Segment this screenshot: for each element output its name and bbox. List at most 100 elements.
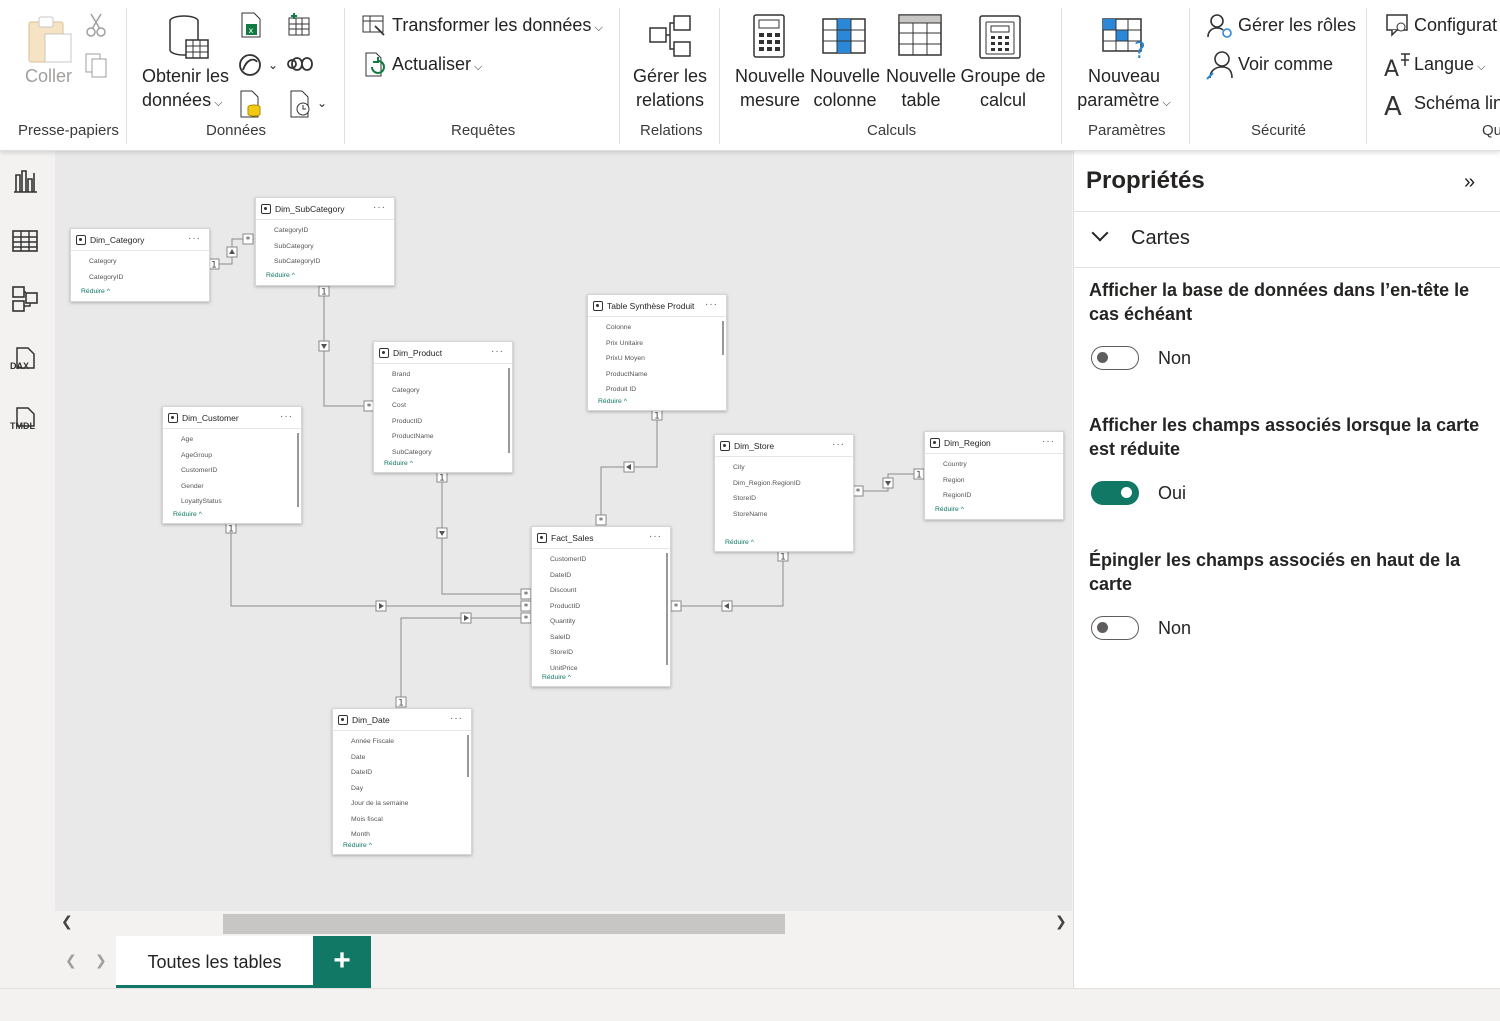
recent-sources-icon[interactable] [286,52,314,76]
manage-relationships-icon[interactable] [648,14,694,60]
tmdl-view-button[interactable]: TMDL [7,407,43,437]
new-table-button[interactable]: Nouvelle table [884,64,958,112]
tab-prev-arrow-icon[interactable]: ❮ [65,952,77,969]
new-column-button[interactable]: Nouvelle colonne [808,64,882,112]
field-scrollbar[interactable] [508,368,510,453]
tab-all-tables[interactable]: Toutes les tables [116,936,313,988]
linguistic-schema-button[interactable]: Schéma lin [1414,91,1500,115]
enter-data-icon[interactable] [238,90,264,118]
collapse-link[interactable]: Réduire ^ [588,395,726,409]
field-item[interactable]: StoreName [715,507,853,523]
field-item[interactable]: Prix Unitaire [588,336,726,352]
field-item[interactable]: Category [374,383,512,399]
refresh-icon[interactable] [364,52,388,78]
paste-button[interactable]: Coller [25,64,72,88]
table-card-fact-sales[interactable]: Fact_Sales ··· CustomerID DateID Discount Pr… [531,526,671,687]
view-as-icon[interactable] [1206,50,1234,80]
view-as-button[interactable]: Voir comme [1238,52,1333,76]
field-item[interactable]: CustomerID [163,463,301,479]
field-item[interactable]: UnitPrice [532,661,670,672]
report-view-icon[interactable] [11,167,39,195]
new-column-icon[interactable] [822,18,868,56]
field-item[interactable]: Discount [532,583,670,599]
field-item[interactable]: Mois fiscal [333,812,471,828]
field-item[interactable]: City [715,460,853,476]
field-item[interactable]: ProductID [532,599,670,615]
collapse-link[interactable]: Réduire ^ [163,508,301,522]
table-card-table-synthese-produit[interactable]: Table Synthèse Produit ··· Colonne Prix Un… [587,294,727,411]
canvas-horizontal-scrollbar[interactable]: ❮ ❯ [55,911,1072,936]
more-options-icon[interactable]: ··· [1042,436,1055,447]
field-item[interactable]: DateID [532,568,670,584]
field-item[interactable]: Brand [374,367,512,383]
field-item[interactable]: SubCategoryID [256,254,394,269]
collapse-link[interactable]: Réduire ^ [532,671,670,685]
field-item[interactable]: SubCategory [374,445,512,458]
toggle-pin-related-fields[interactable] [1091,616,1139,640]
scroll-right-arrow-icon[interactable]: ❯ [1055,913,1067,930]
model-view-icon[interactable] [11,285,39,313]
field-item[interactable]: Quantity [532,614,670,630]
field-item[interactable]: Cost [374,398,512,414]
more-options-icon[interactable]: ··· [450,713,463,724]
language-icon[interactable]: A [1384,52,1412,78]
collapse-link[interactable]: Réduire ^ [71,285,209,299]
onelake-data-hub-icon[interactable] [286,12,312,38]
cut-icon[interactable] [86,12,106,38]
more-options-icon[interactable]: ··· [280,411,293,422]
calculation-group-button[interactable]: Groupe de calcul [958,64,1048,112]
excel-icon[interactable]: x [238,12,262,38]
manage-roles-icon[interactable] [1206,12,1234,40]
field-scrollbar[interactable] [666,553,668,665]
manage-relationships-button[interactable]: Gérer les relations [630,64,710,112]
new-measure-button[interactable]: Nouvelle mesure [732,64,808,112]
collapse-link[interactable]: Réduire ^ [333,839,471,853]
field-item[interactable]: Category [71,254,209,270]
more-sources-chevron-icon[interactable]: ⌄ [317,96,327,110]
collapse-link[interactable]: Réduire ^ [925,503,1063,517]
table-card-dim-date[interactable]: Dim_Date ··· Année Fiscale Date DateID Day Jo… [332,708,472,855]
new-parameter-icon[interactable]: ? [1102,18,1152,62]
table-card-dim-customer[interactable]: Dim_Customer ··· Age AgeGroup CustomerID Gen… [162,406,302,524]
field-item[interactable]: PrixU Moyen [588,351,726,367]
copy-icon[interactable] [84,52,110,78]
collapse-pane-icon[interactable]: » [1464,171,1475,194]
table-card-dim-region[interactable]: Dim_Region ··· Country Region RegionID Rédu… [924,431,1064,520]
more-options-icon[interactable]: ··· [832,439,845,450]
field-item[interactable]: RegionID [925,488,1063,503]
manage-roles-button[interactable]: Gérer les rôles [1238,13,1356,37]
q-and-a-setup-icon[interactable] [1386,13,1410,37]
more-options-icon[interactable]: ··· [373,202,386,213]
add-layout-button[interactable]: + [313,936,371,988]
dataverse-icon[interactable] [237,52,263,78]
field-item[interactable]: Country [925,457,1063,473]
linguistic-schema-icon[interactable]: A [1384,90,1410,118]
paste-icon[interactable] [27,14,73,64]
field-item[interactable]: Date [333,750,471,766]
schedule-refresh-icon[interactable] [288,90,314,118]
collapse-link[interactable]: Réduire ^ [374,457,512,471]
field-scrollbar[interactable] [297,433,299,507]
table-card-dim-category[interactable]: Dim_Category ··· Category CategoryID Rédui… [70,228,210,302]
more-options-icon[interactable]: ··· [705,299,718,310]
get-data-button[interactable]: Obtenir les données ⌵ [142,64,230,115]
field-item[interactable]: ProductName [374,429,512,445]
field-item[interactable]: Produit ID [588,382,726,395]
more-options-icon[interactable]: ··· [188,233,201,244]
tab-next-arrow-icon[interactable]: ❯ [95,952,107,969]
chevron-down-icon[interactable] [1091,224,1109,242]
new-parameter-button[interactable]: Nouveau paramètre ⌵ [1072,64,1176,115]
field-item[interactable]: ProductID [374,414,512,430]
refresh-button[interactable]: Actualiser ⌵ [392,52,482,79]
field-item[interactable]: Colonne [588,320,726,336]
toggle-show-database[interactable] [1091,346,1139,370]
collapse-link[interactable]: Réduire ^ [715,536,853,550]
collapse-link[interactable]: Réduire ^ [256,269,394,283]
section-cards-header[interactable]: Cartes [1131,227,1190,250]
get-data-icon[interactable] [166,14,212,62]
field-scrollbar[interactable] [467,735,469,777]
field-item[interactable]: Année Fiscale [333,734,471,750]
field-item[interactable]: AgeGroup [163,448,301,464]
field-item[interactable]: Jour de la semaine [333,796,471,812]
field-item[interactable]: Region [925,473,1063,489]
